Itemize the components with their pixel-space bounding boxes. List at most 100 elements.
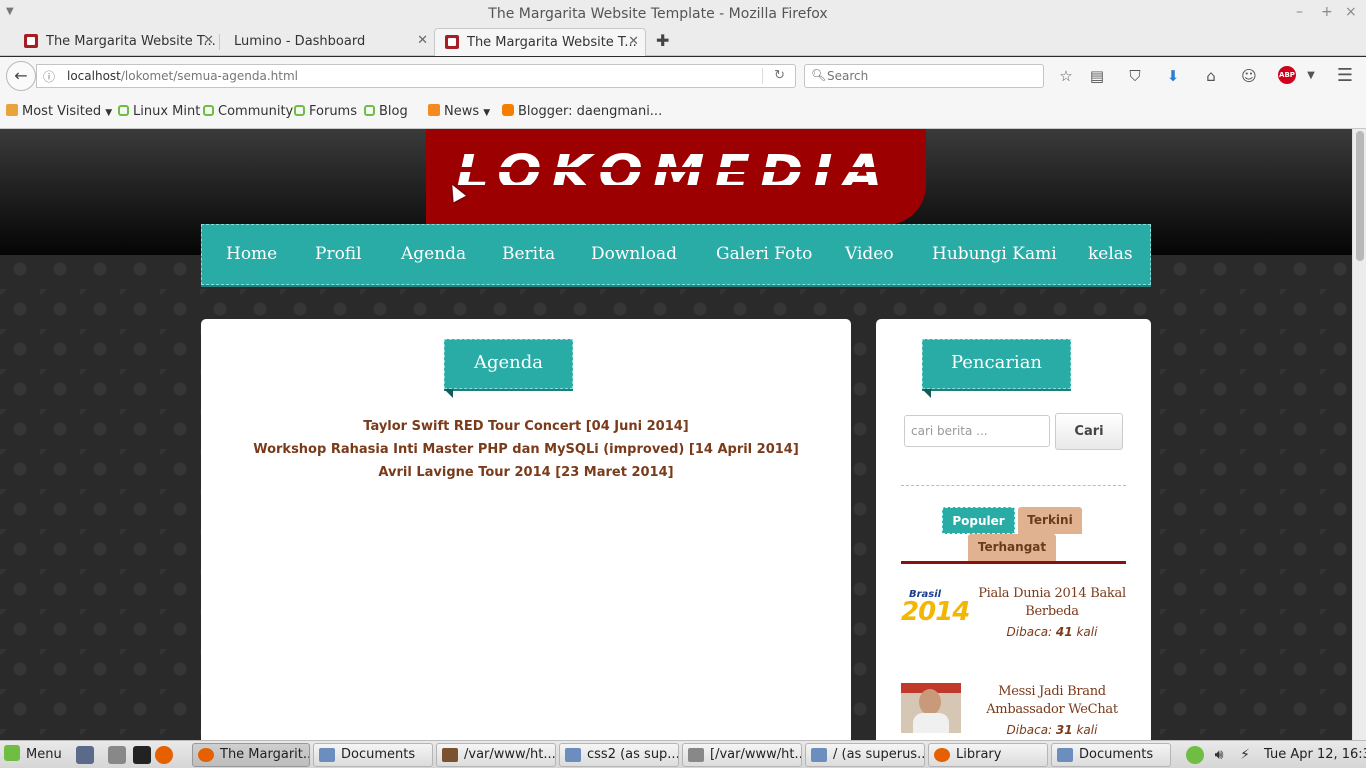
person-photo (913, 713, 949, 733)
editor-icon (442, 748, 458, 762)
new-tab-icon[interactable]: ✚ (656, 31, 669, 50)
bookmark-linux-mint[interactable]: Linux Mint (118, 104, 200, 119)
news-search-input[interactable] (904, 415, 1050, 447)
page-scrollbar[interactable] (1352, 129, 1366, 740)
agenda-item-link[interactable]: Taylor Swift RED Tour Concert [04 Juni 2… (201, 415, 851, 438)
bookmark-label: Blog (379, 104, 408, 119)
news-read-count: Dibaca: 31 kali (977, 723, 1127, 737)
firefox-icon[interactable] (155, 746, 173, 764)
start-menu-button[interactable]: Menu (4, 745, 62, 762)
pocket-icon[interactable]: ⛉ (1125, 66, 1145, 86)
maximize-button[interactable]: + (1321, 4, 1333, 20)
nav-profil[interactable]: Profil (315, 244, 362, 264)
tab-margarita-active[interactable]: The Margarita Website T... ✕ (434, 28, 646, 56)
browser-search-input[interactable] (827, 67, 1037, 85)
volume-icon[interactable]: 🔊︎ (1210, 746, 1228, 764)
url-text[interactable]: localhost/lokomet/semua-agenda.html (67, 69, 298, 83)
main-content: Agenda Taylor Swift RED Tour Concert [04… (201, 319, 851, 740)
tab-terhangat[interactable]: Terhangat (968, 534, 1056, 561)
hamburger-menu-icon[interactable]: ☰ (1335, 66, 1355, 86)
nav-home[interactable]: Home (226, 244, 277, 264)
nav-agenda[interactable]: Agenda (401, 244, 466, 264)
bookmark-most-visited[interactable]: Most Visited ▼ (6, 104, 112, 119)
bookmark-label: Forums (309, 104, 357, 119)
nav-kelas[interactable]: kelas (1088, 244, 1133, 264)
sidebar: Pencarian Cari Populer Terkini Terhangat… (876, 319, 1151, 740)
network-icon[interactable]: ⚡︎ (1236, 746, 1254, 764)
tab-lumino[interactable]: Lumino - Dashboard ✕ (220, 28, 434, 56)
taskbar-item[interactable]: css2 (as sup... (559, 743, 679, 767)
nav-galeri-foto[interactable]: Galeri Foto (716, 244, 812, 264)
task-label: Documents (341, 747, 416, 762)
folder-icon (811, 748, 827, 762)
taskbar-item[interactable]: Documents (313, 743, 433, 767)
search-heading: Pencarian (922, 339, 1071, 398)
reload-icon[interactable]: ↻ (774, 68, 785, 83)
bookmark-news[interactable]: News ▼ (428, 104, 490, 119)
clock[interactable]: Tue Apr 12, 16:32 (1264, 747, 1366, 762)
site-info-icon[interactable]: ⓘ (43, 68, 55, 85)
minimize-button[interactable]: – (1296, 4, 1303, 20)
chat-icon[interactable]: ☺ (1239, 66, 1259, 86)
bookmark-star-icon[interactable]: ☆ (1056, 66, 1076, 86)
close-tab-icon[interactable]: ✕ (417, 33, 428, 48)
site-logo[interactable]: LOKOMEDIA (426, 129, 926, 225)
news-read-count: Dibaca: 41 kali (977, 625, 1127, 639)
taskbar-item[interactable]: / (as superus... (805, 743, 925, 767)
tab-populer[interactable]: Populer (942, 507, 1015, 534)
file-manager-icon[interactable] (108, 746, 126, 764)
scrollbar-thumb[interactable] (1356, 131, 1364, 261)
news-thumbnail[interactable]: Brasil 2014 (901, 585, 970, 635)
back-button[interactable]: ← (6, 61, 36, 91)
search-button[interactable]: Cari (1055, 413, 1123, 450)
bookmarks-list-icon[interactable]: ▤ (1087, 66, 1107, 86)
close-window-button[interactable]: × (1345, 4, 1357, 20)
taskbar-item[interactable]: [/var/www/ht... (682, 743, 802, 767)
close-tab-icon[interactable]: ✕ (203, 33, 214, 48)
terminal-icon[interactable] (133, 746, 151, 764)
adblock-plus-icon[interactable]: ABP (1278, 66, 1296, 84)
agenda-heading: Agenda (444, 339, 573, 398)
logo-stripe (446, 185, 906, 190)
home-icon[interactable]: ⌂ (1201, 66, 1221, 86)
agenda-list: Taylor Swift RED Tour Concert [04 Juni 2… (201, 415, 851, 484)
firefox-icon (934, 748, 950, 762)
show-desktop-icon[interactable] (76, 746, 94, 764)
search-box[interactable]: 🔍︎ (804, 64, 1044, 88)
bookmark-blogger[interactable]: Blogger: daengmani... (502, 104, 662, 119)
close-tab-icon[interactable]: ✕ (628, 34, 639, 49)
nav-berita[interactable]: Berita (502, 244, 555, 264)
task-label: Library (956, 747, 1002, 762)
tab-terkini[interactable]: Terkini (1018, 507, 1082, 534)
nav-hubungi-kami[interactable]: Hubungi Kami (932, 244, 1057, 264)
bookmark-label: News (444, 104, 480, 119)
task-label: /var/www/ht... (464, 747, 556, 762)
news-thumbnail[interactable] (901, 683, 961, 733)
tab-label: Lumino - Dashboard (234, 34, 366, 49)
bookmark-community[interactable]: Community (203, 104, 293, 119)
nav-video[interactable]: Video (845, 244, 894, 264)
news-title[interactable]: Piala Dunia 2014 Bakal Berbeda (977, 585, 1127, 621)
agenda-item-link[interactable]: Avril Lavigne Tour 2014 [23 Maret 2014] (201, 461, 851, 484)
taskbar-item[interactable]: /var/www/ht... (436, 743, 556, 767)
taskbar-item[interactable]: Library (928, 743, 1048, 767)
bookmark-forums[interactable]: Forums (294, 104, 357, 119)
download-icon[interactable]: ⬇ (1163, 66, 1183, 86)
thumbnail-text: 2014 (901, 597, 970, 627)
chevron-down-icon: ▼ (483, 108, 491, 118)
tabs-underline (901, 561, 1126, 564)
agenda-item-link[interactable]: Workshop Rahasia Inti Master PHP dan MyS… (201, 438, 851, 461)
tab-margarita-1[interactable]: The Margarita Website T... ✕ (14, 28, 220, 56)
bookmark-blog[interactable]: Blog (364, 104, 408, 119)
read-prefix: Dibaca: (1006, 625, 1053, 639)
taskbar-item[interactable]: Documents (1051, 743, 1171, 767)
web-page: LOKOMEDIA Home Profil Agenda Berita Down… (0, 129, 1352, 740)
bookmark-label: Most Visited (22, 104, 102, 119)
site-favicon-icon (24, 34, 38, 48)
nav-download[interactable]: Download (591, 244, 677, 264)
abp-dropdown-icon[interactable]: ▼ (1301, 66, 1321, 86)
update-shield-icon[interactable] (1186, 746, 1204, 764)
taskbar-item[interactable]: The Margarit... (192, 743, 310, 767)
url-bar[interactable]: ⓘ localhost/lokomet/semua-agenda.html ↻ (36, 64, 796, 88)
news-title[interactable]: Messi Jadi Brand Ambassador WeChat (977, 683, 1127, 719)
